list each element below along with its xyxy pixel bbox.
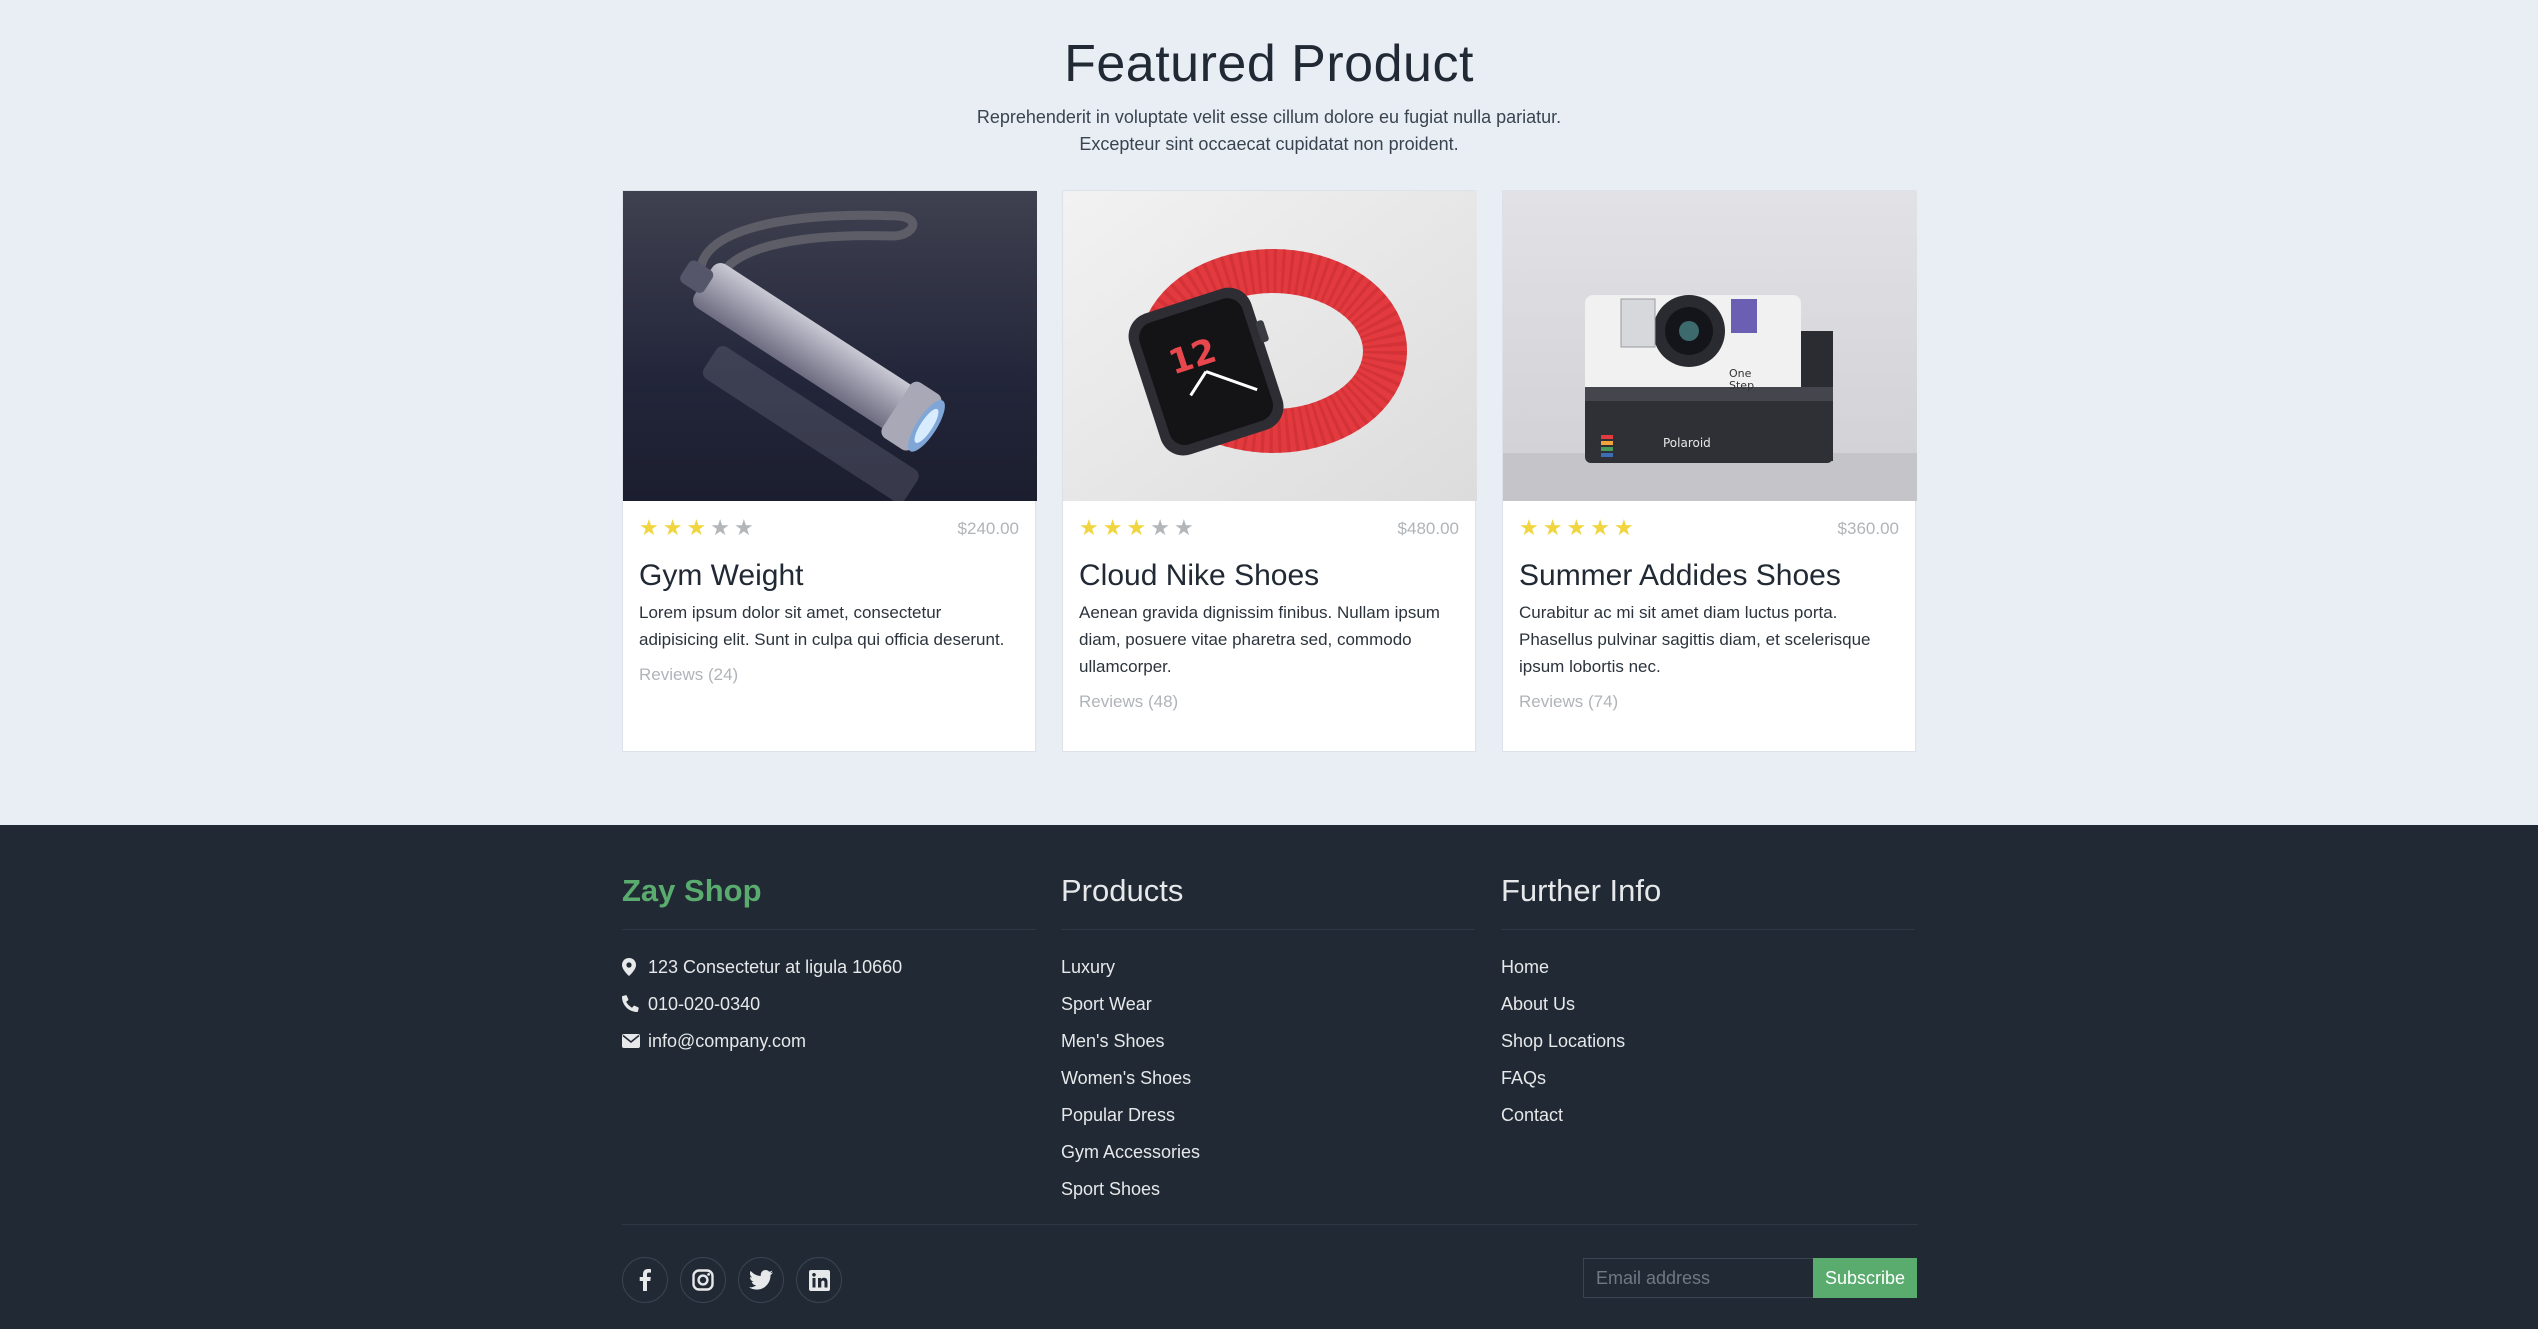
- instagram-button[interactable]: [680, 1257, 726, 1303]
- featured-description: Reprehenderit in voluptate velit esse ci…: [0, 104, 2538, 158]
- product-name[interactable]: Cloud Nike Shoes: [1079, 559, 1319, 593]
- star-filled-icon: ★: [662, 515, 683, 540]
- footer-divider: [622, 1224, 1918, 1225]
- star-filled-icon: ★: [1566, 515, 1587, 540]
- site-footer: Zay Shop 123 Consectetur at ligula 10660…: [0, 825, 2538, 1329]
- svg-text:Step: Step: [1729, 379, 1754, 392]
- product-description: Curabitur ac mi sit amet diam luctus por…: [1519, 603, 1871, 676]
- star-filled-icon: ★: [686, 515, 707, 540]
- footer-products-column: Products Luxury Sport Wear Men's Shoes W…: [1061, 873, 1475, 1207]
- footer-info-column: Further Info Home About Us Shop Location…: [1501, 873, 1915, 1133]
- map-marker-icon: [622, 957, 648, 976]
- product-image-smartwatch[interactable]: 12: [1063, 191, 1477, 501]
- product-name[interactable]: Summer Addides Shoes: [1519, 559, 1841, 593]
- product-description: Lorem ipsum dolor sit amet, consectetur …: [639, 603, 1005, 649]
- footer-link-gym-accessories[interactable]: Gym Accessories: [1061, 1133, 1475, 1170]
- footer-link-luxury[interactable]: Luxury: [1061, 948, 1475, 985]
- envelope-icon: [622, 1033, 648, 1048]
- footer-brand[interactable]: Zay Shop: [622, 873, 1036, 930]
- email-text[interactable]: info@company.com: [648, 1028, 806, 1054]
- footer-link-mens-shoes[interactable]: Men's Shoes: [1061, 1022, 1475, 1059]
- star-filled-icon: ★: [1102, 515, 1123, 540]
- footer-link-shop-locations[interactable]: Shop Locations: [1501, 1022, 1915, 1059]
- product-card[interactable]: 12 ★ ★ ★ ★ ★ $480.00 Cloud Nike Shoes Aenean…: [1062, 190, 1477, 752]
- product-cards: ★ ★ ★ ★ ★ $240.00 Gym Weight Lorem ipsum dol…: [622, 190, 1917, 752]
- featured-desc-line-2: Excepteur sint occaecat cupidatat non pr…: [1079, 134, 1459, 154]
- email-input[interactable]: [1583, 1258, 1813, 1298]
- facebook-button[interactable]: [622, 1257, 668, 1303]
- twitter-button[interactable]: [738, 1257, 784, 1303]
- featured-section: Featured Product Reprehenderit in volupt…: [0, 0, 2538, 825]
- product-image-instant-camera[interactable]: One Step Polaroid: [1503, 191, 1917, 501]
- star-filled-icon: ★: [1126, 515, 1147, 540]
- product-reviews: Reviews (48): [1079, 692, 1179, 711]
- rating-stars: ★ ★ ★ ★ ★: [1079, 517, 1194, 539]
- phone-icon: [622, 995, 648, 1012]
- contact-address: 123 Consectetur at ligula 10660: [622, 948, 1036, 985]
- star-filled-icon: ★: [639, 515, 659, 540]
- product-name[interactable]: Gym Weight: [639, 559, 804, 593]
- subscribe-form: Subscribe: [1583, 1258, 1917, 1298]
- footer-link-womens-shoes[interactable]: Women's Shoes: [1061, 1059, 1475, 1096]
- facebook-icon: [639, 1269, 651, 1291]
- star-filled-icon: ★: [1613, 515, 1634, 540]
- instagram-icon: [692, 1269, 714, 1291]
- product-image-flashlight[interactable]: [623, 191, 1037, 501]
- phone-text[interactable]: 010-020-0340: [648, 991, 760, 1017]
- footer-link-popular-dress[interactable]: Popular Dress: [1061, 1096, 1475, 1133]
- featured-desc-line-1: Reprehenderit in voluptate velit esse ci…: [976, 107, 1562, 127]
- product-price: $360.00: [1837, 519, 1899, 538]
- footer-brand-column: Zay Shop 123 Consectetur at ligula 10660…: [622, 873, 1036, 1059]
- footer-link-home[interactable]: Home: [1501, 948, 1915, 985]
- contact-phone[interactable]: 010-020-0340: [622, 985, 1036, 1022]
- product-price: $240.00: [957, 519, 1019, 538]
- footer-link-sport-shoes[interactable]: Sport Shoes: [1061, 1170, 1475, 1207]
- footer-link-faqs[interactable]: FAQs: [1501, 1059, 1915, 1096]
- contact-list: 123 Consectetur at ligula 10660 010-020-…: [622, 948, 1036, 1059]
- star-filled-icon: ★: [1079, 515, 1099, 540]
- product-reviews: Reviews (24): [639, 665, 739, 684]
- star-empty-icon: ★: [1150, 515, 1170, 540]
- info-links: Home About Us Shop Locations FAQs Contac…: [1501, 948, 1915, 1133]
- product-card[interactable]: One Step Polaroid ★ ★ ★ ★ ★ $360.00 Summer A…: [1502, 190, 1917, 752]
- products-links: Luxury Sport Wear Men's Shoes Women's Sh…: [1061, 948, 1475, 1207]
- social-links: [622, 1257, 842, 1303]
- star-empty-icon: ★: [710, 515, 730, 540]
- star-filled-icon: ★: [1542, 515, 1563, 540]
- linkedin-button[interactable]: [796, 1257, 842, 1303]
- product-reviews: Reviews (74): [1519, 692, 1619, 711]
- footer-link-sport-wear[interactable]: Sport Wear: [1061, 985, 1475, 1022]
- star-filled-icon: ★: [1519, 515, 1539, 540]
- twitter-icon: [749, 1270, 773, 1290]
- featured-title: Featured Product: [1064, 35, 1474, 93]
- star-empty-icon: ★: [733, 515, 754, 540]
- subscribe-button[interactable]: Subscribe: [1813, 1258, 1917, 1298]
- product-price: $480.00: [1397, 519, 1459, 538]
- star-filled-icon: ★: [1590, 515, 1610, 540]
- footer-link-contact[interactable]: Contact: [1501, 1096, 1915, 1133]
- contact-email[interactable]: info@company.com: [622, 1022, 1036, 1059]
- svg-text:Polaroid: Polaroid: [1663, 436, 1711, 450]
- rating-stars: ★ ★ ★ ★ ★: [639, 517, 754, 539]
- products-heading: Products: [1061, 873, 1475, 930]
- further-info-heading: Further Info: [1501, 873, 1915, 930]
- star-empty-icon: ★: [1173, 515, 1194, 540]
- rating-stars: ★ ★ ★ ★ ★: [1519, 517, 1634, 539]
- footer-link-about-us[interactable]: About Us: [1501, 985, 1915, 1022]
- address-text: 123 Consectetur at ligula 10660: [648, 956, 903, 977]
- linkedin-icon: [808, 1269, 830, 1291]
- product-description: Aenean gravida dignissim finibus. Nullam…: [1079, 603, 1440, 676]
- product-card[interactable]: ★ ★ ★ ★ ★ $240.00 Gym Weight Lorem ipsum dol…: [622, 190, 1037, 752]
